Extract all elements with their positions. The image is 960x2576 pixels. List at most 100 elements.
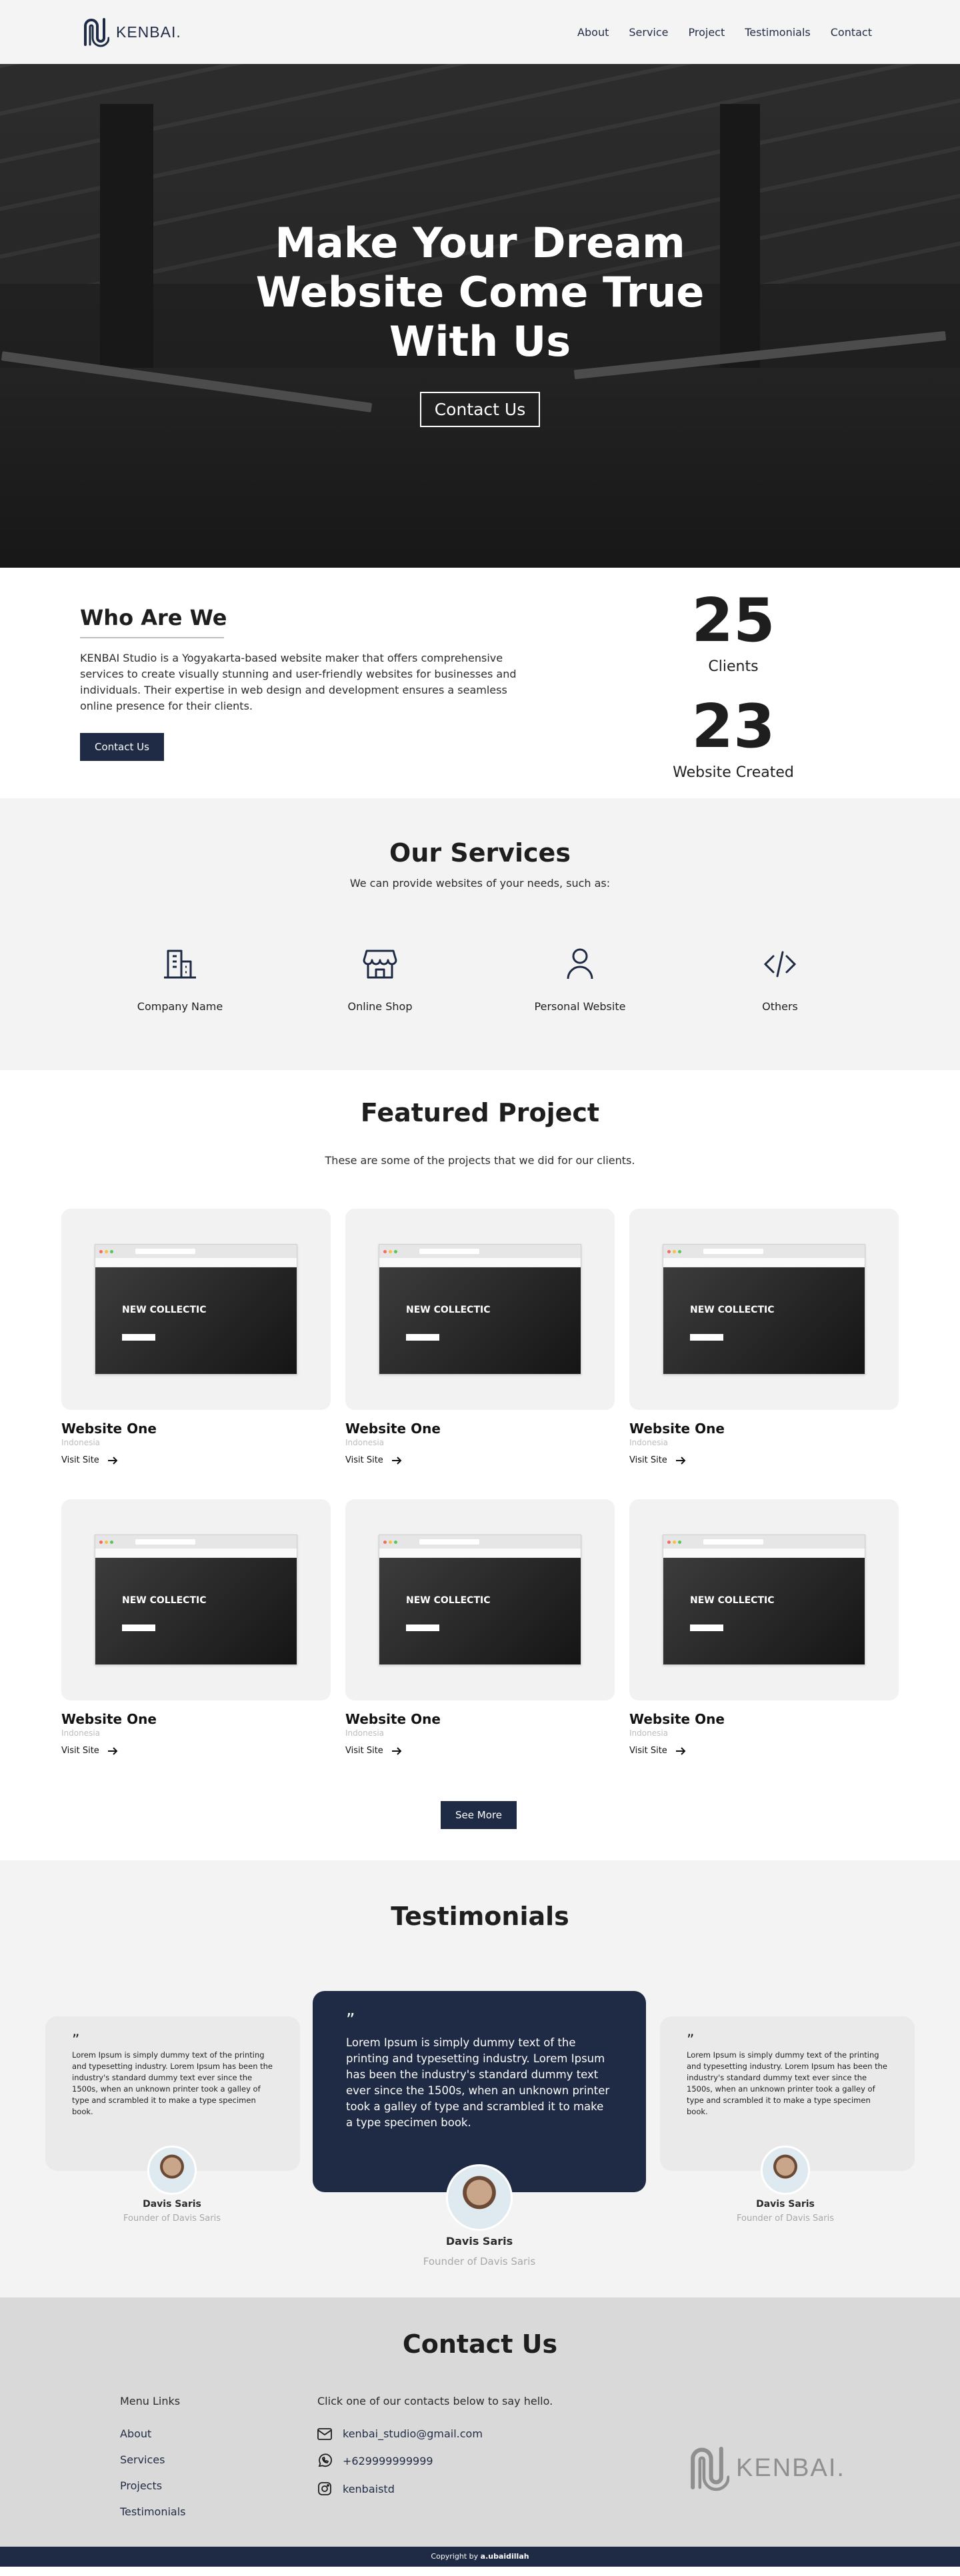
nav-contact[interactable]: Contact bbox=[831, 26, 872, 39]
visit-site-link[interactable]: Visit Site bbox=[629, 1746, 899, 1756]
nav-about[interactable]: About bbox=[577, 26, 609, 39]
top-nav: KENBAI. About Service Project Testimonia… bbox=[0, 0, 960, 64]
mockup-title: NEW COLLECTIC bbox=[690, 1305, 775, 1315]
visit-site-link[interactable]: Visit Site bbox=[345, 1746, 615, 1756]
visit-site-label: Visit Site bbox=[629, 1455, 667, 1465]
projects-section: Featured Project These are some of the p… bbox=[0, 1070, 960, 1860]
project-thumbnail[interactable]: NEW COLLECTIC bbox=[345, 1209, 615, 1410]
footer-logo: KENBAI. bbox=[687, 2444, 845, 2492]
visit-site-label: Visit Site bbox=[61, 1455, 99, 1465]
mockup-hero: NEW COLLECTIC bbox=[379, 1558, 581, 1664]
mockup-hero: NEW COLLECTIC bbox=[663, 1558, 865, 1664]
mockup-browser-bar bbox=[663, 1535, 865, 1549]
arrow-right-icon bbox=[675, 1746, 686, 1755]
project-card: NEW COLLECTIC Website One Indonesia Visi… bbox=[629, 1209, 899, 1499]
testimonial-author: Davis Saris Founder of Davis Saris bbox=[699, 2146, 872, 2224]
nav-service[interactable]: Service bbox=[629, 26, 668, 39]
mockup-nav bbox=[379, 1258, 581, 1267]
mockup-nav bbox=[379, 1549, 581, 1558]
mockup-title: NEW COLLECTIC bbox=[406, 1595, 491, 1606]
footer-link-about[interactable]: About bbox=[120, 2427, 186, 2440]
contact-email[interactable]: kenbai_studio@gmail.com bbox=[317, 2427, 553, 2440]
kenbai-logo-icon bbox=[691, 2446, 729, 2491]
quote-icon: ” bbox=[346, 2010, 355, 2030]
visit-site-label: Visit Site bbox=[345, 1455, 383, 1465]
mockup-hero: NEW COLLECTIC bbox=[379, 1267, 581, 1374]
website-mockup: NEW COLLECTIC bbox=[663, 1244, 865, 1375]
hero-content: Make Your Dream Website Come True With U… bbox=[0, 219, 960, 427]
visit-site-link[interactable]: Visit Site bbox=[61, 1455, 331, 1465]
visit-site-label: Visit Site bbox=[61, 1746, 99, 1756]
service-shop[interactable]: Online Shop bbox=[280, 946, 480, 1013]
menu-links-heading: Menu Links bbox=[120, 2395, 181, 2407]
author-role: Founder of Davis Saris bbox=[737, 2214, 834, 2224]
arrow-right-icon bbox=[391, 1746, 402, 1755]
contact-section: Contact Us Menu Links About Services Pro… bbox=[0, 2297, 960, 2547]
mockup-hero: NEW COLLECTIC bbox=[95, 1558, 297, 1664]
email-text: kenbai_studio@gmail.com bbox=[343, 2427, 483, 2440]
testimonial-text: Lorem Ipsum is simply dummy text of the … bbox=[346, 2036, 610, 2129]
footer-link-testimonials[interactable]: Testimonials bbox=[120, 2505, 186, 2518]
hero-title: Make Your Dream Website Come True With U… bbox=[255, 219, 705, 366]
mockup-title: NEW COLLECTIC bbox=[122, 1595, 207, 1606]
contact-phone[interactable]: +629999999999 bbox=[317, 2453, 553, 2468]
project-thumbnail[interactable]: NEW COLLECTIC bbox=[629, 1499, 899, 1700]
footer-link-projects[interactable]: Projects bbox=[120, 2479, 186, 2492]
mockup-nav bbox=[95, 1549, 297, 1558]
quote-icon: ” bbox=[72, 2032, 80, 2049]
service-label: Online Shop bbox=[347, 1000, 413, 1013]
services-section: Our Services We can provide websites of … bbox=[0, 798, 960, 1070]
about-contact-button[interactable]: Contact Us bbox=[80, 733, 164, 761]
mockup-nav bbox=[95, 1258, 297, 1267]
project-location: Indonesia bbox=[61, 1438, 101, 1447]
footer-link-services[interactable]: Services bbox=[120, 2453, 186, 2466]
project-location: Indonesia bbox=[629, 1728, 669, 1738]
project-thumbnail[interactable]: NEW COLLECTIC bbox=[61, 1209, 331, 1410]
contact-title: Contact Us bbox=[402, 2329, 558, 2359]
visit-site-label: Visit Site bbox=[345, 1746, 383, 1756]
author-name: Davis Saris bbox=[756, 2199, 815, 2210]
visit-site-link[interactable]: Visit Site bbox=[61, 1746, 331, 1756]
project-thumbnail[interactable]: NEW COLLECTIC bbox=[61, 1499, 331, 1700]
stats: 25 Clients 23 Website Created bbox=[667, 586, 800, 782]
store-icon bbox=[363, 950, 397, 979]
nav-project[interactable]: Project bbox=[689, 26, 725, 39]
visit-site-link[interactable]: Visit Site bbox=[629, 1455, 899, 1465]
avatar bbox=[446, 2164, 513, 2231]
service-others[interactable]: Others bbox=[680, 946, 880, 1013]
brand-logo[interactable]: KENBAI. bbox=[81, 17, 181, 47]
project-grid: NEW COLLECTIC Website One Indonesia Visi… bbox=[61, 1209, 899, 1790]
about-section: Who Are We KENBAI Studio is a Yogyakarta… bbox=[0, 568, 960, 798]
nav-testimonials[interactable]: Testimonials bbox=[745, 26, 811, 39]
stat-value: 25 bbox=[691, 586, 775, 656]
projects-title: Featured Project bbox=[360, 1098, 600, 1127]
hero-contact-button[interactable]: Contact Us bbox=[419, 392, 541, 427]
service-personal[interactable]: Personal Website bbox=[480, 946, 680, 1013]
stat-clients: 25 Clients bbox=[667, 586, 800, 676]
mail-icon bbox=[317, 2427, 332, 2440]
project-thumbnail[interactable]: NEW COLLECTIC bbox=[629, 1209, 899, 1410]
testimonial-text: Lorem Ipsum is simply dummy text of the … bbox=[72, 2050, 273, 2116]
mockup-title: NEW COLLECTIC bbox=[122, 1305, 207, 1315]
nav-links: About Service Project Testimonials Conta… bbox=[577, 26, 872, 39]
phone-text: +629999999999 bbox=[343, 2454, 433, 2467]
arrow-right-icon bbox=[107, 1456, 118, 1465]
instagram-icon bbox=[318, 2482, 331, 2495]
service-company[interactable]: Company Name bbox=[80, 946, 280, 1013]
see-more-button[interactable]: See More bbox=[441, 1801, 517, 1829]
mockup-browser-bar bbox=[95, 1535, 297, 1549]
copyright-author: a.ubaidillah bbox=[480, 2552, 529, 2561]
visit-site-link[interactable]: Visit Site bbox=[345, 1455, 615, 1465]
mockup-hero: NEW COLLECTIC bbox=[663, 1267, 865, 1374]
copyright-prefix: Copyright by bbox=[431, 2552, 481, 2561]
project-location: Indonesia bbox=[61, 1728, 101, 1738]
project-card: NEW COLLECTIC Website One Indonesia Visi… bbox=[345, 1209, 615, 1499]
mockup-hero: NEW COLLECTIC bbox=[95, 1267, 297, 1374]
website-mockup: NEW COLLECTIC bbox=[379, 1244, 581, 1375]
testimonials-title: Testimonials bbox=[391, 1902, 569, 1931]
contact-instagram[interactable]: kenbaistd bbox=[317, 2481, 553, 2496]
quote-icon: ” bbox=[687, 2032, 695, 2049]
project-thumbnail[interactable]: NEW COLLECTIC bbox=[345, 1499, 615, 1700]
project-name: Website One bbox=[61, 1711, 157, 1727]
project-name: Website One bbox=[345, 1421, 441, 1437]
